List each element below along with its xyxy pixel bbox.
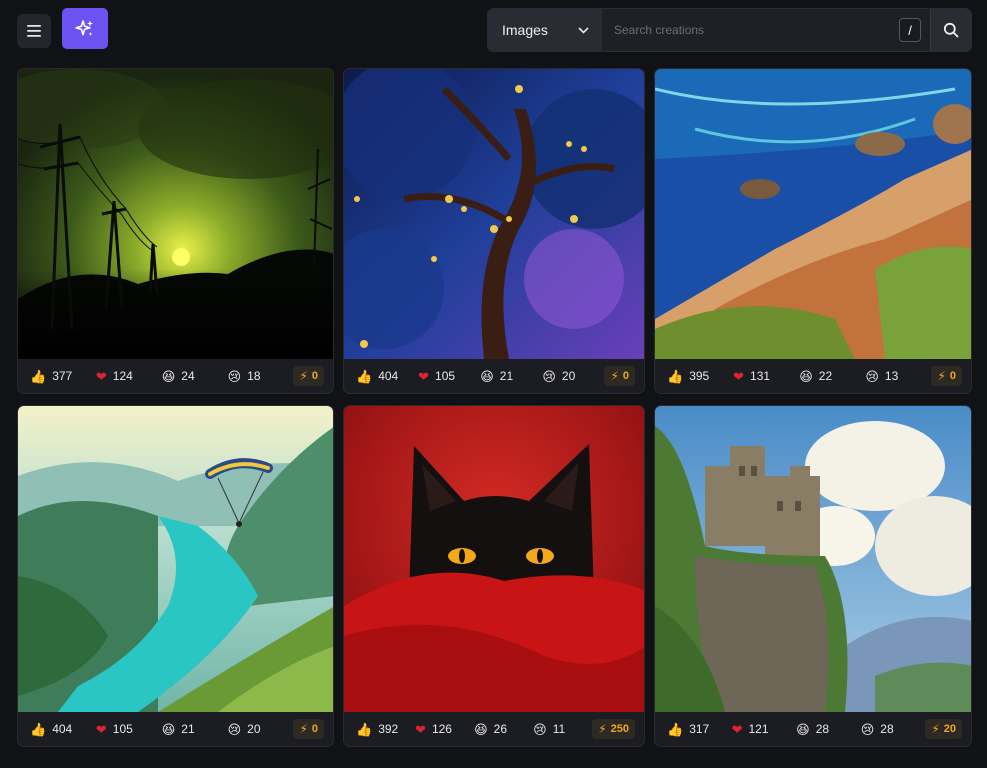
creation-image[interactable] (344, 69, 644, 359)
laughing-face-icon: 😆 (161, 721, 176, 737)
bolt-icon: ⚡ (299, 722, 308, 736)
laughing-face-icon: 😆 (161, 368, 176, 384)
laughing-face-icon: 😆 (799, 368, 813, 384)
reaction-bar: 👍 404 ❤ 105 😆 21 😢 20 ⚡ 0 (344, 359, 644, 393)
sad-face-icon: 😢 (860, 721, 875, 737)
sad-count[interactable]: 😢 13 (865, 369, 931, 383)
boost-badge[interactable]: ⚡ 20 (925, 719, 962, 739)
sad-face-icon: 😢 (542, 368, 556, 384)
thumbs-up-icon: 👍 (30, 721, 47, 737)
creation-image[interactable] (344, 406, 644, 712)
create-button[interactable] (62, 8, 108, 49)
laugh-count[interactable]: 😆 26 (474, 722, 533, 736)
search-icon (943, 22, 959, 38)
chevron-down-icon (578, 26, 589, 34)
sad-face-icon: 😢 (533, 721, 547, 737)
bolt-icon: ⚡ (610, 369, 619, 383)
creation-card[interactable]: 👍 404 ❤ 105 😆 21 😢 20 ⚡ 0 (343, 68, 645, 394)
thumbs-up-icon: 👍 (356, 721, 373, 737)
heart-icon: ❤ (418, 368, 430, 384)
creation-image[interactable] (18, 406, 333, 712)
search-shortcut-key: / (899, 18, 921, 42)
boost-badge[interactable]: ⚡ 0 (293, 719, 324, 739)
boost-badge[interactable]: ⚡ 250 (592, 719, 635, 739)
creation-card[interactable]: 👍 377 ❤ 124 😆 24 😢 18 ⚡ 0 (17, 68, 334, 394)
laughing-face-icon: 😆 (480, 368, 494, 384)
sad-count[interactable]: 😢 28 (861, 722, 926, 736)
creation-image[interactable] (18, 69, 333, 359)
heart-count[interactable]: ❤ 131 (733, 369, 799, 383)
sad-count[interactable]: 😢 11 (533, 722, 592, 736)
thumbs-up-icon: 👍 (667, 721, 684, 737)
heart-icon: ❤ (415, 721, 426, 737)
hamburger-icon (27, 25, 41, 37)
sad-count[interactable]: 😢 20 (542, 369, 604, 383)
reaction-bar: 👍 317 ❤ 121 😆 28 😢 28 ⚡ 20 (655, 712, 971, 746)
laugh-count[interactable]: 😆 28 (796, 722, 861, 736)
like-count[interactable]: 👍 317 (667, 722, 732, 736)
heart-count[interactable]: ❤ 124 (96, 369, 162, 383)
boost-badge[interactable]: ⚡ 0 (931, 366, 962, 386)
creation-image[interactable] (655, 406, 971, 712)
bolt-icon: ⚡ (598, 722, 607, 736)
sad-face-icon: 😢 (865, 368, 879, 384)
like-count[interactable]: 👍 392 (356, 722, 415, 736)
like-count[interactable]: 👍 377 (30, 369, 96, 383)
bolt-icon: ⚡ (299, 369, 308, 383)
reaction-bar: 👍 377 ❤ 124 😆 24 😢 18 ⚡ 0 (18, 359, 333, 393)
bolt-icon: ⚡ (931, 722, 940, 736)
creation-card[interactable]: 👍 404 ❤ 105 😆 21 😢 20 ⚡ 0 (17, 405, 334, 747)
like-count[interactable]: 👍 404 (356, 369, 418, 383)
menu-button[interactable] (17, 14, 51, 48)
heart-count[interactable]: ❤ 105 (96, 722, 162, 736)
bolt-icon: ⚡ (937, 369, 946, 383)
laugh-count[interactable]: 😆 22 (799, 369, 865, 383)
creation-card[interactable]: 👍 392 ❤ 126 😆 26 😢 11 ⚡ 250 (343, 405, 645, 747)
boost-badge[interactable]: ⚡ 0 (293, 366, 324, 386)
search-button[interactable] (930, 9, 971, 51)
boost-badge[interactable]: ⚡ 0 (604, 366, 635, 386)
reaction-bar: 👍 404 ❤ 105 😆 21 😢 20 ⚡ 0 (18, 712, 333, 746)
reaction-bar: 👍 395 ❤ 131 😆 22 😢 13 ⚡ 0 (655, 359, 971, 393)
top-bar: Images / (0, 0, 987, 60)
search-bar: Images / (487, 8, 972, 52)
sad-face-icon: 😢 (227, 721, 242, 737)
heart-icon: ❤ (733, 368, 745, 384)
laughing-face-icon: 😆 (796, 721, 810, 737)
sparkle-icon (75, 19, 93, 36)
creation-image[interactable] (655, 69, 971, 359)
search-input[interactable] (602, 9, 899, 51)
laughing-face-icon: 😆 (474, 721, 488, 737)
creation-card[interactable]: 👍 395 ❤ 131 😆 22 😢 13 ⚡ 0 (654, 68, 972, 394)
thumbs-up-icon: 👍 (30, 368, 47, 384)
reaction-bar: 👍 392 ❤ 126 😆 26 😢 11 ⚡ 250 (344, 712, 644, 746)
laugh-count[interactable]: 😆 24 (162, 369, 228, 383)
heart-icon: ❤ (95, 721, 107, 737)
heart-count[interactable]: ❤ 126 (415, 722, 474, 736)
heart-icon: ❤ (731, 721, 743, 737)
content-type-value: Images (502, 22, 548, 38)
heart-count[interactable]: ❤ 105 (418, 369, 480, 383)
heart-icon: ❤ (95, 368, 107, 384)
like-count[interactable]: 👍 404 (30, 722, 96, 736)
sad-count[interactable]: 😢 18 (228, 369, 294, 383)
laugh-count[interactable]: 😆 21 (480, 369, 542, 383)
sad-count[interactable]: 😢 20 (228, 722, 294, 736)
like-count[interactable]: 👍 395 (667, 369, 733, 383)
laugh-count[interactable]: 😆 21 (162, 722, 228, 736)
thumbs-up-icon: 👍 (667, 368, 684, 384)
content-type-select[interactable]: Images (488, 9, 602, 51)
thumbs-up-icon: 👍 (356, 368, 373, 384)
heart-count[interactable]: ❤ 121 (732, 722, 797, 736)
sad-face-icon: 😢 (227, 368, 242, 384)
creation-card[interactable]: 👍 317 ❤ 121 😆 28 😢 28 ⚡ 20 (654, 405, 972, 747)
